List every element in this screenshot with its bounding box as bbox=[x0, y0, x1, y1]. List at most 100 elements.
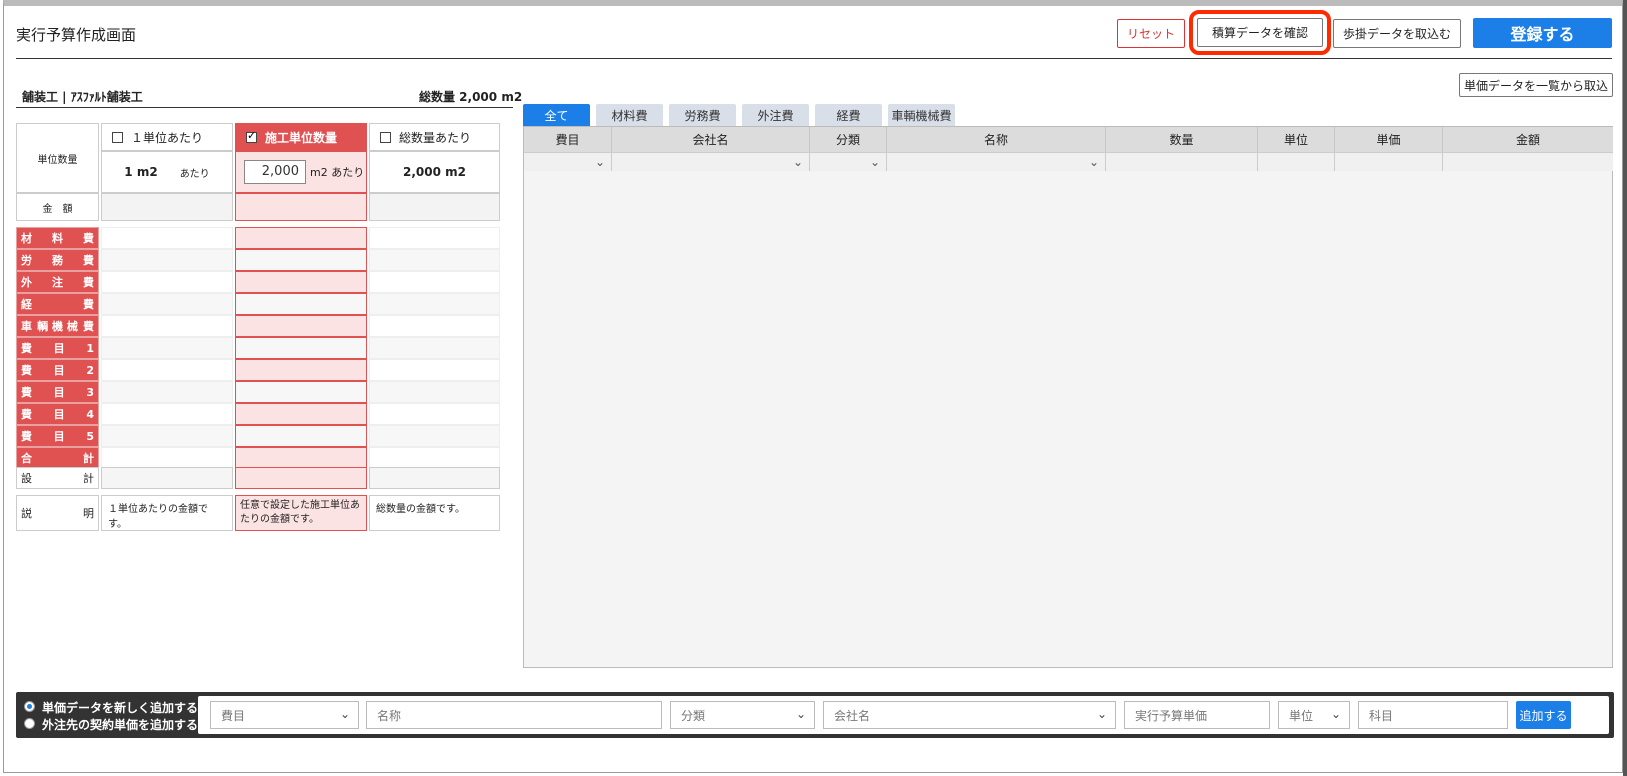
cost-row-value bbox=[101, 447, 233, 469]
note-label: 説明 bbox=[16, 495, 99, 531]
cost-row-value bbox=[235, 447, 367, 469]
cost-row-value bbox=[369, 315, 500, 337]
col3-amount bbox=[369, 193, 500, 221]
col-amount[interactable]: 金額 bbox=[1443, 127, 1613, 152]
tab-outsource[interactable]: 外注費 bbox=[742, 104, 809, 126]
tab-labor[interactable]: 労務費 bbox=[669, 104, 736, 126]
unit-price-input[interactable]: 実行予算単価 bbox=[1124, 701, 1270, 729]
option-new-rate-label[interactable]: 単価データを新しく追加する bbox=[42, 699, 198, 716]
unit-select[interactable]: 単位 ⌄ bbox=[1278, 701, 1350, 729]
company-select[interactable]: 会社名 ⌄ bbox=[823, 701, 1116, 729]
filter-qty[interactable] bbox=[1106, 152, 1258, 171]
bunrui-placeholder: 分類 bbox=[681, 708, 706, 723]
note-label-r: 明 bbox=[83, 507, 94, 520]
cost-row-value bbox=[369, 249, 500, 271]
cost-row-label-part: 外 bbox=[21, 276, 32, 289]
col3-header[interactable]: 総数量あたり bbox=[369, 123, 500, 151]
radio-contract-rate[interactable] bbox=[24, 718, 35, 729]
cost-row-value bbox=[235, 249, 367, 271]
col-unit-price[interactable]: 単価 bbox=[1335, 127, 1443, 152]
reset-button[interactable]: リセット bbox=[1117, 19, 1185, 48]
col-himoku[interactable]: 費目 bbox=[524, 127, 612, 152]
filter-company[interactable]: ⌄ bbox=[612, 152, 810, 171]
cost-row-label: 経費 bbox=[16, 293, 99, 315]
tab-vehicle[interactable]: 車輌機械費 bbox=[888, 104, 955, 126]
col1-label: １単位あたり bbox=[131, 130, 204, 145]
col1-header[interactable]: １単位あたり bbox=[101, 123, 233, 151]
cost-row-label: 費 目 3 bbox=[16, 381, 99, 403]
unit-placeholder: 単位 bbox=[1289, 708, 1314, 723]
cost-row-label: 費 目 1 bbox=[16, 337, 99, 359]
chevron-down-icon: ⌄ bbox=[594, 155, 605, 169]
col2-checkbox[interactable] bbox=[246, 129, 257, 143]
cost-row-value bbox=[369, 293, 500, 315]
cost-row-label: 費 目 4 bbox=[16, 403, 99, 425]
cost-row-value bbox=[235, 425, 367, 447]
kamoku-placeholder: 科目 bbox=[1369, 708, 1394, 723]
chevron-down-icon: ⌄ bbox=[869, 155, 880, 169]
total-quantity: 総数量 2,000 m2 bbox=[419, 90, 523, 104]
cost-row-label: 費 目 5 bbox=[16, 425, 99, 447]
col-bunrui[interactable]: 分類 bbox=[810, 127, 887, 152]
section-name: 舗装工 | ｱｽﾌｧﾙﾄ舗装工 bbox=[22, 90, 143, 104]
cost-row-value bbox=[101, 271, 233, 293]
col3-checkbox[interactable] bbox=[380, 131, 391, 143]
cost-row-label-part: 5 bbox=[86, 429, 94, 443]
confirm-estimate-button[interactable]: 積算データを確認 bbox=[1189, 10, 1331, 55]
himoku-placeholder: 費目 bbox=[221, 708, 246, 723]
cost-row-value bbox=[101, 381, 233, 403]
unit-price-placeholder: 実行予算単価 bbox=[1135, 708, 1208, 723]
import-rate-button[interactable]: 歩掛データを取込む bbox=[1333, 19, 1461, 48]
cost-row-value bbox=[235, 403, 367, 425]
cost-row-value bbox=[101, 425, 233, 447]
cost-row-value bbox=[101, 337, 233, 359]
register-button[interactable]: 登録する bbox=[1473, 18, 1612, 48]
col2-header[interactable]: 施工単位数量 bbox=[235, 123, 367, 151]
cost-row-label-part: 目 bbox=[53, 342, 65, 355]
cost-row-label-part: 合 bbox=[21, 452, 32, 465]
cost-row-label: 材料費 bbox=[16, 227, 99, 249]
option-contract-rate-label[interactable]: 外注先の契約単価を追加する bbox=[42, 716, 198, 733]
col3-label: 総数量あたり bbox=[399, 130, 472, 145]
chevron-down-icon: ⌄ bbox=[339, 707, 350, 721]
col1-checkbox[interactable] bbox=[112, 131, 123, 143]
cost-row-label-part: 経 bbox=[21, 298, 32, 311]
kamoku-input[interactable]: 科目 bbox=[1358, 701, 1508, 729]
cost-row-label-part: 費 bbox=[21, 386, 32, 399]
filter-unit-price[interactable] bbox=[1335, 152, 1443, 171]
tab-material[interactable]: 材料費 bbox=[596, 104, 663, 126]
chevron-down-icon: ⌄ bbox=[1330, 707, 1341, 721]
cost-row-label-part: 費 bbox=[21, 364, 32, 377]
tab-all[interactable]: 全て bbox=[523, 104, 590, 126]
filter-unit[interactable] bbox=[1258, 152, 1335, 171]
filter-amount[interactable] bbox=[1443, 152, 1613, 171]
himoku-select[interactable]: 費目 ⌄ bbox=[210, 701, 359, 729]
col-unit[interactable]: 単位 bbox=[1258, 127, 1335, 152]
col1-design bbox=[101, 467, 233, 489]
col-company[interactable]: 会社名 bbox=[612, 127, 810, 152]
cost-row-value bbox=[369, 381, 500, 403]
col-qty[interactable]: 数量 bbox=[1106, 127, 1258, 152]
filter-name[interactable]: ⌄ bbox=[887, 152, 1106, 171]
add-row-bar: 単価データを新しく追加する 外注先の契約単価を追加する 費目 ⌄ 名称 分類 ⌄ 会… bbox=[16, 692, 1614, 738]
col2-qty: 2,000 m2 あたり bbox=[235, 151, 367, 193]
col-name[interactable]: 名称 bbox=[887, 127, 1106, 152]
filter-bunrui[interactable]: ⌄ bbox=[810, 152, 887, 171]
cost-row-label-part: 1 bbox=[86, 341, 94, 355]
filter-himoku[interactable]: ⌄ bbox=[524, 152, 612, 171]
cost-row-value bbox=[369, 227, 500, 249]
cost-row-label-part: 務 bbox=[52, 254, 63, 267]
cost-row-value bbox=[101, 403, 233, 425]
cost-row-label: 車輌 機 械費 bbox=[16, 315, 99, 337]
add-button[interactable]: 追加する bbox=[1516, 701, 1571, 729]
radio-new-rate[interactable] bbox=[24, 701, 35, 712]
col2-qty-input[interactable]: 2,000 bbox=[244, 160, 306, 184]
cost-row-label-part: 費 bbox=[83, 298, 94, 311]
tab-expense[interactable]: 経費 bbox=[815, 104, 882, 126]
cost-row-label-part: 費 bbox=[83, 232, 94, 245]
bunrui-select[interactable]: 分類 ⌄ bbox=[670, 701, 815, 729]
name-placeholder: 名称 bbox=[377, 708, 402, 723]
name-input[interactable]: 名称 bbox=[366, 701, 662, 729]
unit-price-import-button[interactable]: 単価データを一覧から取込 bbox=[1459, 73, 1613, 97]
col3-design bbox=[369, 467, 500, 489]
